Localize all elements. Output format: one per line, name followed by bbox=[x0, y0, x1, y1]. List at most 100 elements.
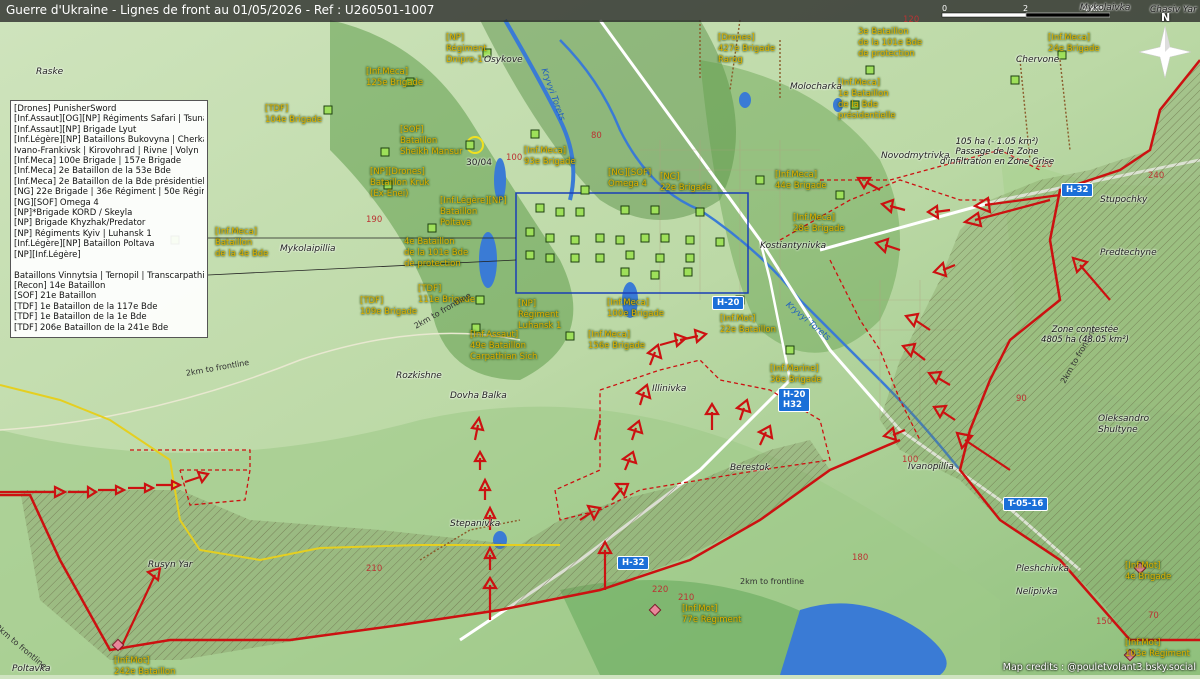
zone-note-contested: Zone contestée 4805 ha (48.05 km²) bbox=[1041, 325, 1129, 345]
unit-marker-icon[interactable] bbox=[580, 185, 590, 195]
unit-label-meca-44: [Inf.Meca] 44e Brigade bbox=[775, 170, 827, 191]
unit-marker-icon[interactable] bbox=[427, 223, 437, 233]
elevation-label: 150 bbox=[1096, 617, 1113, 627]
frontline-distance-label: 2km to frontline bbox=[740, 577, 805, 586]
town-label: Kostiantynivka bbox=[760, 241, 827, 251]
town-label: Pleshchivka bbox=[1016, 564, 1070, 574]
unit-marker-icon[interactable] bbox=[865, 65, 875, 75]
unit-label-meca-1e-pres: [Inf.Meca] 1e Bataillon de la Bde président… bbox=[838, 78, 896, 121]
unit-marker-icon[interactable] bbox=[323, 105, 333, 115]
map-canvas[interactable]: Guerre d'Ukraine - Lignes de front au 01… bbox=[0, 0, 1200, 677]
elevation-label: 90 bbox=[1016, 394, 1027, 404]
elevation-label: 190 bbox=[366, 215, 383, 225]
unit-marker-icon[interactable] bbox=[695, 207, 705, 217]
unit-marker-icon[interactable] bbox=[683, 267, 693, 277]
unit-marker-icon[interactable] bbox=[475, 295, 485, 305]
unit-marker-icon[interactable] bbox=[640, 233, 650, 243]
unit-label-meca-4e-bat: [Inf.Meca] Bataillon de la 4e Bde bbox=[215, 227, 269, 259]
unit-marker-icon[interactable] bbox=[660, 233, 670, 243]
legend-line: [TDF] 206e Bataillon de la 241e Bde bbox=[14, 322, 169, 333]
unit-label-4e-bat-101: 4e Bataillon de la 101e Bde de protection bbox=[404, 237, 469, 269]
unit-marker-icon[interactable] bbox=[620, 267, 630, 277]
unit-marker-icon[interactable] bbox=[1010, 75, 1020, 85]
map-title: Guerre d'Ukraine - Lignes de front au 01… bbox=[6, 3, 435, 17]
enemy-unit-marker-icon[interactable] bbox=[111, 638, 125, 652]
unit-marker-icon[interactable] bbox=[615, 235, 625, 245]
unit-marker-icon[interactable] bbox=[465, 140, 475, 150]
unit-label-meca-156: [Inf.Meca] 156e Brigade bbox=[588, 330, 646, 351]
unit-marker-icon[interactable] bbox=[575, 207, 585, 217]
town-label: Illinivka bbox=[652, 384, 687, 394]
town-label: Berestok bbox=[730, 463, 770, 473]
unit-marker-icon[interactable] bbox=[655, 253, 665, 263]
unit-marker-icon[interactable] bbox=[715, 237, 725, 247]
town-label: Dovha Balka bbox=[450, 391, 507, 401]
legend-line: [Inf.Légère][NP] Bataillon Poltava bbox=[14, 239, 155, 250]
unit-marker-icon[interactable] bbox=[785, 345, 795, 355]
legend-line: [TDF] 1e Bataillon de la 117e Bde bbox=[14, 301, 158, 312]
town-label: Oleksandro Shultyne bbox=[1098, 414, 1150, 435]
legend-line: [Inf.Assaut][NP] Brigade Lyut bbox=[14, 124, 137, 135]
town-label: Osykove bbox=[484, 55, 523, 65]
unit-label-ng-22: [NG] 22e Brigade bbox=[660, 172, 712, 193]
unit-marker-icon[interactable] bbox=[755, 175, 765, 185]
elevation-label: 100 bbox=[902, 455, 919, 465]
unit-marker-icon[interactable] bbox=[545, 253, 555, 263]
map-credits: Map credits : @pouletvolant3.bsky.social bbox=[1002, 662, 1196, 673]
title-bar: Guerre d'Ukraine - Lignes de front au 01… bbox=[0, 0, 1200, 22]
town-label: Raske bbox=[36, 67, 64, 77]
unit-marker-icon[interactable] bbox=[650, 270, 660, 280]
town-label: Rusyn Yar bbox=[148, 560, 193, 570]
unit-marker-icon[interactable] bbox=[525, 250, 535, 260]
unit-label-np-dnipro: [NP] Régiment Dnipro-1 bbox=[446, 33, 487, 65]
unit-marker-icon[interactable] bbox=[535, 203, 545, 213]
unit-label-meca-93: [Inf.Meca] 93e Brigade bbox=[524, 146, 576, 167]
unit-marker-icon[interactable] bbox=[685, 235, 695, 245]
unit-label-meca-28: [Inf.Meca] 28e Brigade bbox=[793, 213, 845, 234]
unit-marker-icon[interactable] bbox=[570, 253, 580, 263]
unit-marker-icon[interactable] bbox=[380, 147, 390, 157]
unit-label-meca-100: [Inf.Meca] 100e Brigade bbox=[607, 298, 665, 319]
unit-marker-icon[interactable] bbox=[525, 227, 535, 237]
town-label: Rozkishne bbox=[396, 371, 442, 381]
unit-label-meca-125: [Inf.Meca] 125e Brigade bbox=[366, 67, 424, 88]
unit-label-3e-bat-101: 3e Bataillon de la 101e Bde de protection bbox=[858, 27, 923, 59]
legend-line: [Inf.Meca] 2e Bataillon de la Bde présid… bbox=[14, 176, 204, 187]
unit-label-np-luhansk: [NP] Régiment Luhansk 1 bbox=[518, 299, 562, 331]
road-shield: H-20 bbox=[712, 296, 745, 310]
unit-marker-icon[interactable] bbox=[570, 235, 580, 245]
legend-line: [NP][Inf.Légère] bbox=[14, 249, 81, 260]
elevation-label: 120 bbox=[903, 15, 920, 25]
town-label: Nelipivka bbox=[1016, 587, 1058, 597]
road-shield: H-32 bbox=[617, 556, 650, 570]
unit-label-ng-omega: [NG][SOF] Omega 4 bbox=[608, 168, 652, 189]
unit-marker-icon[interactable] bbox=[685, 253, 695, 263]
legend-line: [Inf.Meca] 2e Bataillon de la 53e Bde bbox=[14, 166, 171, 177]
unit-marker-icon[interactable] bbox=[595, 253, 605, 263]
legend-line: [NG] 22e Brigade | 36e Régiment | 50e Ré… bbox=[14, 187, 204, 198]
legend-line: [SOF] 21e Bataillon bbox=[14, 291, 97, 302]
legend-line: [Drones] PunisherSword bbox=[14, 104, 117, 114]
unit-marker-icon[interactable] bbox=[625, 250, 635, 260]
legend-line: Bataillons Vinnytsia | Ternopil | Transc… bbox=[14, 270, 204, 281]
unit-marker-icon[interactable] bbox=[555, 207, 565, 217]
unit-marker-icon[interactable] bbox=[565, 331, 575, 341]
unit-label-mot-4e: [Inf.Mot] 4e Brigade bbox=[1125, 561, 1172, 582]
elevation-label: 210 bbox=[678, 593, 695, 603]
unit-marker-icon[interactable] bbox=[545, 233, 555, 243]
unit-label-mot-22: [Inf.Mot] 22e Bataillon bbox=[720, 314, 777, 335]
enemy-unit-marker-icon[interactable] bbox=[648, 603, 662, 617]
unit-marker-icon[interactable] bbox=[620, 205, 630, 215]
road-shield: H-20 H32 bbox=[778, 388, 811, 412]
unit-marker-icon[interactable] bbox=[835, 190, 845, 200]
unit-label-sof-sheikh: [SOF] Bataillon Sheikh Mansur bbox=[400, 125, 463, 157]
unit-marker-icon[interactable] bbox=[650, 205, 660, 215]
unit-marker-icon[interactable] bbox=[530, 129, 540, 139]
unit-marker-icon[interactable] bbox=[595, 233, 605, 243]
town-label: Stupochky bbox=[1100, 195, 1148, 205]
unit-label-mot-103: [Inf.Mot] 103e Régiment bbox=[1125, 638, 1190, 659]
scale-label-2: 2 bbox=[1023, 4, 1028, 13]
town-label: Molocharka bbox=[790, 82, 842, 92]
town-label: Mykolaivka bbox=[1080, 3, 1131, 13]
legend-line bbox=[14, 260, 204, 270]
